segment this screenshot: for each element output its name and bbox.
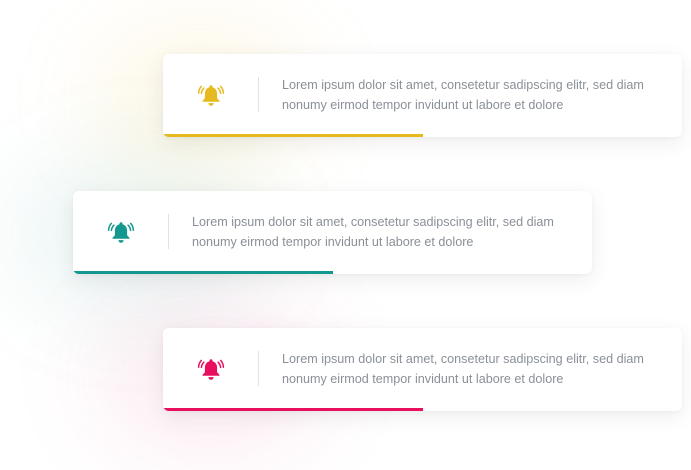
notification-message: Lorem ipsum dolor sit amet, consetetur s… (192, 212, 576, 252)
notification-message: Lorem ipsum dolor sit amet, consetetur s… (282, 349, 666, 389)
bell-icon (197, 81, 225, 109)
notification-progress-bar (163, 408, 423, 411)
notification-message-line-2: nonumy eirmod tempor invidunt ut labore … (192, 235, 474, 249)
notification-message-line-1: Lorem ipsum dolor sit amet, consetetur s… (282, 352, 644, 366)
notification-card-2[interactable]: Lorem ipsum dolor sit amet, consetetur s… (73, 191, 592, 274)
notification-message: Lorem ipsum dolor sit amet, consetetur s… (282, 75, 666, 115)
notification-progress-bar (163, 134, 423, 137)
notification-card-3[interactable]: Lorem ipsum dolor sit amet, consetetur s… (163, 328, 682, 411)
notification-message-line-2: nonumy eirmod tempor invidunt ut labore … (282, 372, 564, 386)
card-divider (168, 214, 169, 249)
notification-progress-bar (73, 271, 333, 274)
notification-message-line-2: nonumy eirmod tempor invidunt ut labore … (282, 98, 564, 112)
notification-message-line-1: Lorem ipsum dolor sit amet, consetetur s… (282, 78, 644, 92)
bell-icon (197, 355, 225, 383)
notification-card-1[interactable]: Lorem ipsum dolor sit amet, consetetur s… (163, 54, 682, 137)
card-divider (258, 77, 259, 112)
bell-icon (107, 218, 135, 246)
card-divider (258, 351, 259, 386)
notification-message-line-1: Lorem ipsum dolor sit amet, consetetur s… (192, 215, 554, 229)
